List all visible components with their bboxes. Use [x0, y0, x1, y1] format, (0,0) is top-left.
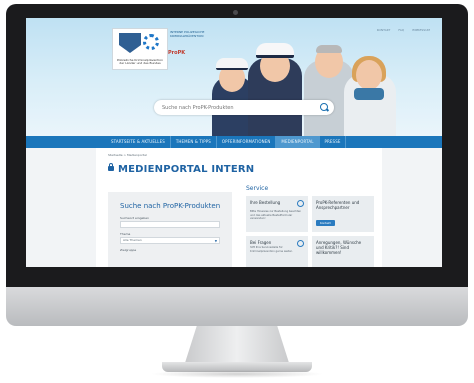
service-card-contacts[interactable]: ProPK-Referenten und Ansprechpartner Kon…	[312, 196, 374, 232]
topic-label: Thema	[120, 232, 131, 236]
audience-label: Zielgruppe	[120, 248, 137, 252]
propk-wordmark: ProPK	[168, 50, 186, 56]
search-box[interactable]	[154, 100, 334, 115]
service-card-title: Ihre Bestellung	[250, 200, 281, 205]
main-nav: STARTSEITE & AKTUELLES THEMEN & TIPPS OP…	[26, 136, 442, 148]
service-card-order[interactable]: Ihre Bestellung Bitte Hinweise zur Beste…	[246, 196, 308, 232]
keyword-label: Suchwort eingeben	[120, 216, 149, 220]
search-icon[interactable]	[320, 103, 328, 111]
propk-logo[interactable]: Polizeiliche Kriminalprävention der Länd…	[112, 28, 168, 70]
topic-select-value: Alle Themen	[123, 238, 142, 242]
stand-shadow	[150, 370, 324, 378]
internal-logo-text: INTERNE POLIZEILICHE KRIMINALPRÄVENTION	[170, 30, 205, 38]
scarf-shape	[354, 88, 384, 100]
monitor-bezel: KONTAKT FAQ IMPRESSUM Polizeiliche Krimi…	[6, 4, 468, 287]
police-cap-icon	[216, 58, 248, 70]
breadcrumb[interactable]: Startseite > Medienportal	[108, 153, 147, 157]
service-card-title: Bei Fragen	[250, 240, 272, 245]
service-card-body: hilft Ihre Servicestelle für Kriminalprä…	[250, 246, 293, 253]
keyword-field[interactable]	[120, 221, 220, 228]
nav-item-media-portal[interactable]: MEDIENPORTAL	[276, 136, 320, 148]
contact-button[interactable]: Kontakt	[316, 220, 335, 226]
cart-icon	[297, 200, 304, 207]
toplink-faq[interactable]: FAQ	[398, 28, 404, 32]
top-links: KONTAKT FAQ IMPRESSUM	[377, 28, 430, 32]
screen: KONTAKT FAQ IMPRESSUM Polizeiliche Krimi…	[26, 18, 442, 267]
search-input[interactable]	[162, 102, 312, 113]
page-title: MEDIENPORTAL INTERN	[108, 163, 255, 175]
monitor-stand	[184, 326, 290, 366]
nav-item-topics[interactable]: THEMEN & TIPPS	[171, 136, 217, 148]
chevron-down-icon: ▼	[214, 239, 217, 243]
monitor-chin	[6, 287, 468, 326]
product-search-heading: Suche nach ProPK-Produkten	[120, 202, 221, 210]
gear-icon	[143, 34, 159, 50]
question-icon	[297, 240, 304, 247]
service-card-body: Bitte Hinweise zur Bestellung beachten u…	[250, 210, 302, 221]
nav-item-victims[interactable]: OPFERINFORMATIONEN	[217, 136, 277, 148]
monitor: KONTAKT FAQ IMPRESSUM Polizeiliche Krimi…	[6, 4, 468, 326]
product-search-panel: Suche nach ProPK-Produkten Suchwort eing…	[108, 192, 232, 267]
service-card-title: ProPK-Referenten und Ansprechpartner	[316, 200, 360, 210]
logo-caption: Polizeiliche Kriminalprävention der Länd…	[116, 58, 164, 65]
content-area: Startseite > Medienportal MEDIENPORTAL I…	[96, 148, 382, 267]
service-heading: Service	[246, 185, 269, 192]
service-card-title: Anregungen, Wünsche und Kritik?! Sind wi…	[316, 240, 362, 255]
hair-shape	[316, 45, 342, 53]
shield-icon	[119, 33, 141, 53]
toplink-imprint[interactable]: IMPRESSUM	[412, 28, 430, 32]
service-card-questions[interactable]: Bei Fragen hilft Ihre Servicestelle für …	[246, 236, 308, 267]
page-title-text: MEDIENPORTAL INTERN	[118, 164, 255, 175]
service-card-feedback[interactable]: Anregungen, Wünsche und Kritik?! Sind wi…	[312, 236, 374, 267]
police-cap-icon	[256, 43, 294, 58]
woman-head	[356, 60, 382, 90]
lock-icon	[108, 163, 114, 171]
hero-banner: KONTAKT FAQ IMPRESSUM Polizeiliche Krimi…	[26, 18, 442, 136]
camera-dot	[233, 10, 238, 15]
toplink-contact[interactable]: KONTAKT	[377, 28, 391, 32]
topic-select[interactable]: Alle Themen ▼	[120, 237, 220, 244]
nav-item-home[interactable]: STARTSEITE & AKTUELLES	[106, 136, 171, 148]
nav-item-press[interactable]: PRESSE	[320, 136, 347, 148]
